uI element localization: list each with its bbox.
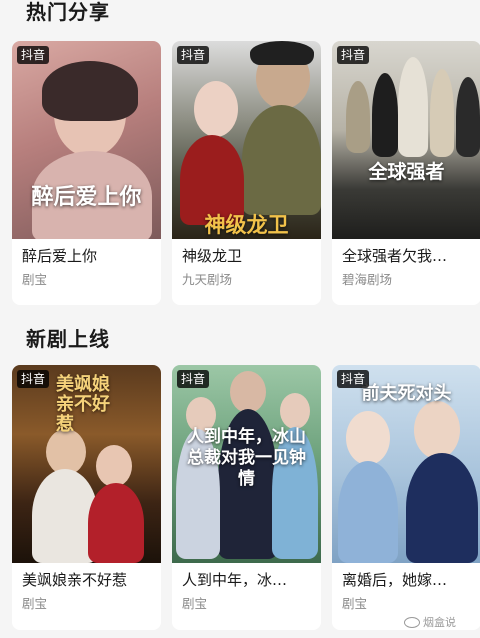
drama-source: 剧宝 bbox=[22, 596, 48, 611]
douyin-badge: 抖音 bbox=[17, 46, 50, 64]
drama-source: 九天剧场 bbox=[182, 272, 233, 287]
poster-title: 全球强者 bbox=[368, 161, 445, 183]
watermark-text: 烟盒说 bbox=[423, 616, 456, 629]
douyin-badge: 抖音 bbox=[177, 370, 210, 388]
poster-subtitle-art: ​ bbox=[332, 191, 480, 224]
poster-title: 神级龙卫 bbox=[204, 213, 289, 237]
drama-card[interactable]: 神级龙卫 抖音 神级龙卫 九天剧场 bbox=[172, 41, 321, 305]
drama-title: 全球强者欠我… bbox=[342, 247, 448, 265]
poster-title: 人到中年，冰山总裁对我一见钟情 bbox=[187, 427, 306, 489]
section-title-hot: 热门分享 bbox=[26, 0, 110, 24]
drama-card[interactable]: 美飒娘亲不好惹 抖音 美飒娘亲不好惹 剧宝 bbox=[12, 365, 161, 630]
drama-title: 醉后爱上你 bbox=[22, 247, 98, 265]
drama-title: 神级龙卫 bbox=[182, 247, 243, 265]
douyin-badge: 抖音 bbox=[337, 46, 370, 64]
wechat-icon bbox=[404, 616, 420, 628]
drama-card[interactable]: 醉后爱上你 抖音 醉后爱上你 剧宝 bbox=[12, 41, 161, 305]
poster-image: 醉后爱上你 抖音 bbox=[12, 41, 161, 239]
douyin-badge: 抖音 bbox=[337, 370, 370, 388]
section-title-new: 新剧上线 bbox=[26, 327, 110, 351]
top-strip: 热门分享 bbox=[0, 0, 480, 28]
drama-source: 剧宝 bbox=[342, 596, 368, 611]
drama-source: 碧海剧场 bbox=[342, 272, 393, 287]
drama-card[interactable]: 全球强者 ​ 抖音 全球强者欠我… 碧海剧场 bbox=[332, 41, 480, 305]
poster-title: 美飒娘亲不好惹 bbox=[56, 374, 110, 435]
drama-card[interactable]: 前夫死对头 抖音 离婚后，她嫁… 剧宝 bbox=[332, 365, 480, 630]
drama-card[interactable]: 人到中年，冰山总裁对我一见钟情 抖音 人到中年，冰… 剧宝 bbox=[172, 365, 321, 630]
poster-image: 神级龙卫 抖音 bbox=[172, 41, 321, 239]
drama-title: 人到中年，冰… bbox=[182, 571, 288, 589]
drama-title: 离婚后，她嫁… bbox=[342, 571, 448, 589]
poster-image: 前夫死对头 抖音 bbox=[332, 365, 480, 563]
poster-image: 全球强者 ​ 抖音 bbox=[332, 41, 480, 239]
poster-title: 醉后爱上你 bbox=[31, 185, 142, 210]
drama-source: 剧宝 bbox=[182, 596, 208, 611]
drama-source: 剧宝 bbox=[22, 272, 48, 287]
poster-image: 人到中年，冰山总裁对我一见钟情 抖音 bbox=[172, 365, 321, 563]
watermark: 烟盒说 bbox=[404, 614, 456, 630]
douyin-badge: 抖音 bbox=[17, 370, 50, 388]
poster-image: 美飒娘亲不好惹 抖音 bbox=[12, 365, 161, 563]
drama-title: 美飒娘亲不好惹 bbox=[22, 571, 128, 589]
douyin-badge: 抖音 bbox=[177, 46, 210, 64]
